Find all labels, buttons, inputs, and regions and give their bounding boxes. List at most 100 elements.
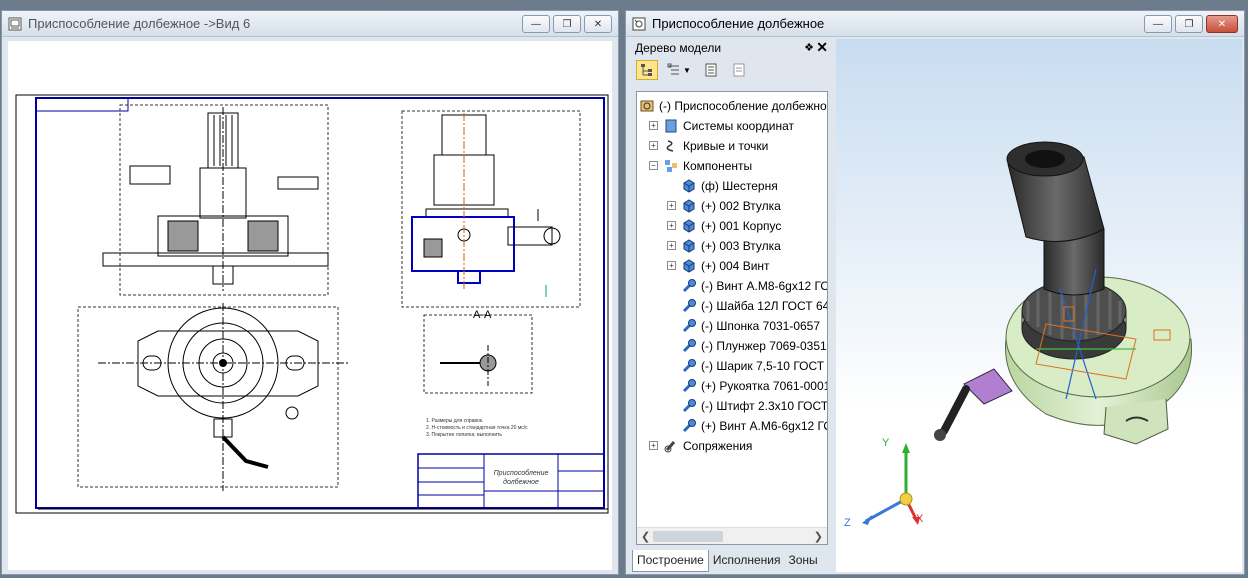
- model-tree-header: Дерево модели ❖ ✕: [632, 39, 832, 57]
- drawing-window-titlebar[interactable]: Приспособление долбежное ->Вид 6 — ❐ ✕: [2, 11, 618, 37]
- drawing-canvas[interactable]: А-А 1. Размеры для справок. 2. Н-стоимос…: [8, 41, 612, 570]
- tree-item[interactable]: (-) Винт А.М8-6gx12 ГОСТ: [637, 276, 827, 296]
- curve-icon: [663, 138, 679, 154]
- coordinate-system-icon: [663, 118, 679, 134]
- tree-item-label: (-) Шпонка 7031-0657: [701, 319, 821, 333]
- tree-item-label: (-) Шарик 7,5-10 ГОСТ: [701, 359, 825, 373]
- tree-expander[interactable]: −: [649, 161, 658, 170]
- drawing-doc-icon: [8, 17, 22, 30]
- tree-expander[interactable]: +: [667, 201, 676, 210]
- minimize-button[interactable]: —: [1144, 15, 1172, 33]
- tree-item[interactable]: (+) Винт А.М6-6gx12 ГОСТ: [637, 416, 827, 436]
- properties-button[interactable]: [700, 60, 722, 80]
- tree-item-label: (-) Винт А.М8-6gx12 ГОСТ: [701, 279, 827, 293]
- tree-item[interactable]: + (+) 001 Корпус: [637, 216, 827, 236]
- scroll-right-icon[interactable]: ❯: [814, 530, 823, 543]
- tree-item-label: (+) Рукоятка 7061-0001: [701, 379, 828, 393]
- tree-view-mode-button[interactable]: ▼: [664, 60, 694, 80]
- standard-part-icon: [681, 398, 697, 414]
- horizontal-scrollbar[interactable]: ❮ ❯: [637, 527, 827, 544]
- tree-toolbar: ▼: [632, 57, 832, 83]
- standard-part-icon: [681, 358, 697, 374]
- part-icon: [681, 258, 697, 274]
- close-button[interactable]: ✕: [1206, 15, 1238, 33]
- tree-item-label: (+) 003 Втулка: [701, 239, 781, 253]
- document-button[interactable]: [728, 60, 750, 80]
- tree-expander[interactable]: +: [667, 261, 676, 270]
- document-icon: [733, 63, 745, 77]
- tree-list-icon: [667, 63, 680, 75]
- tree-item[interactable]: + Сопряжения: [637, 436, 827, 456]
- axis-x-label: X: [916, 513, 924, 525]
- tab-zones[interactable]: Зоны: [785, 550, 822, 572]
- 3d-viewport[interactable]: Y Z X: [836, 39, 1242, 572]
- model-window-titlebar[interactable]: Приспособление долбежное — ❐ ✕: [626, 11, 1244, 37]
- model-tree-title: Дерево модели: [635, 41, 722, 55]
- tree-item-label: (-) Штифт 2.3х10 ГОСТ: [701, 399, 828, 413]
- close-panel-icon[interactable]: ✕: [816, 39, 828, 56]
- scrollbar-thumb[interactable]: [653, 531, 723, 542]
- tree-item[interactable]: (-) Шпонка 7031-0657: [637, 316, 827, 336]
- restore-button[interactable]: ❐: [553, 15, 581, 33]
- tree-item[interactable]: + (+) 002 Втулка: [637, 196, 827, 216]
- model-window-title: Приспособление долбежное: [652, 16, 825, 31]
- close-button[interactable]: ✕: [584, 15, 612, 33]
- tree-item[interactable]: (-) Штифт 2.3х10 ГОСТ: [637, 396, 827, 416]
- properties-icon: [705, 63, 717, 77]
- drawing-sheet: [15, 94, 609, 514]
- part-icon: [681, 178, 697, 194]
- tree-item[interactable]: + (+) 003 Втулка: [637, 236, 827, 256]
- part-icon: [681, 198, 697, 214]
- tree-item-label: Компоненты: [683, 159, 753, 173]
- note-line: 3. Покрытие лопатка: выполнить: [426, 432, 503, 438]
- tree-item[interactable]: + (+) 004 Винт: [637, 256, 827, 276]
- tree-item-label: Системы координат: [683, 119, 794, 133]
- tree-item[interactable]: + Системы координат: [637, 116, 827, 136]
- tree-expander[interactable]: +: [649, 121, 658, 130]
- tree-item[interactable]: (-) Плунжер 7069-0351: [637, 336, 827, 356]
- part-icon: [681, 238, 697, 254]
- tree-expander[interactable]: +: [649, 441, 658, 450]
- standard-part-icon: [681, 378, 697, 394]
- tree-item-label: Сопряжения: [683, 439, 753, 453]
- tree-expander[interactable]: +: [667, 241, 676, 250]
- tree-structure-icon: [641, 64, 652, 76]
- tree-item-label: (+) 002 Втулка: [701, 199, 781, 213]
- components-icon: [663, 158, 679, 174]
- tree-item-label: Кривые и точки: [683, 139, 769, 153]
- tab-construction[interactable]: Построение: [632, 550, 709, 572]
- tree-item[interactable]: (-) Шарик 7,5-10 ГОСТ: [637, 356, 827, 376]
- tree-item-label: (-) Плунжер 7069-0351: [701, 339, 827, 353]
- tree-item[interactable]: (-) Шайба 12Л ГОСТ 6402: [637, 296, 827, 316]
- panel-tabs: Построение Исполнения Зоны: [632, 550, 832, 572]
- tree-item-label: (-) Приспособление долбежное: [659, 99, 828, 113]
- tab-variants[interactable]: Исполнения: [709, 550, 785, 572]
- stamp-title: Приспособление долбежное: [493, 470, 549, 486]
- minimize-button[interactable]: —: [522, 15, 550, 33]
- tree-item-label: (ф) Шестерня: [701, 179, 778, 193]
- tree-item[interactable]: (+) Рукоятка 7061-0001: [637, 376, 827, 396]
- tree-item[interactable]: (-) Приспособление долбежное: [637, 96, 827, 116]
- restore-button[interactable]: ❐: [1175, 15, 1203, 33]
- standard-part-icon: [681, 298, 697, 314]
- tree-item-label: (+) 001 Корпус: [701, 219, 782, 233]
- tree-item-label: (-) Шайба 12Л ГОСТ 6402: [701, 299, 828, 313]
- tree-expander[interactable]: +: [667, 221, 676, 230]
- tree-expander[interactable]: +: [649, 141, 658, 150]
- note-line: 2. Н-стоимость и стандартная точка 20 мс…: [426, 425, 528, 431]
- tree-item[interactable]: − Компоненты: [637, 156, 827, 176]
- scroll-left-icon[interactable]: ❮: [641, 530, 650, 543]
- tree-structure-button[interactable]: [636, 60, 658, 80]
- model-tree[interactable]: (-) Приспособление долбежное + Системы коо…: [636, 91, 828, 545]
- model-tree-panel: Дерево модели ❖ ✕ ▼ (-) Приспособление д…: [632, 39, 832, 572]
- tree-item[interactable]: + Кривые и точки: [637, 136, 827, 156]
- standard-part-icon: [681, 338, 697, 354]
- chevron-down-icon: ▼: [683, 65, 691, 75]
- tree-item[interactable]: (ф) Шестерня: [637, 176, 827, 196]
- pin-icon[interactable]: ❖: [804, 41, 814, 54]
- standard-part-icon: [681, 418, 697, 434]
- tree-item-label: (+) Винт А.М6-6gx12 ГОСТ: [701, 419, 827, 433]
- standard-part-icon: [681, 318, 697, 334]
- axis-z-label: Z: [844, 517, 851, 529]
- note-line: 1. Размеры для справок.: [426, 418, 484, 424]
